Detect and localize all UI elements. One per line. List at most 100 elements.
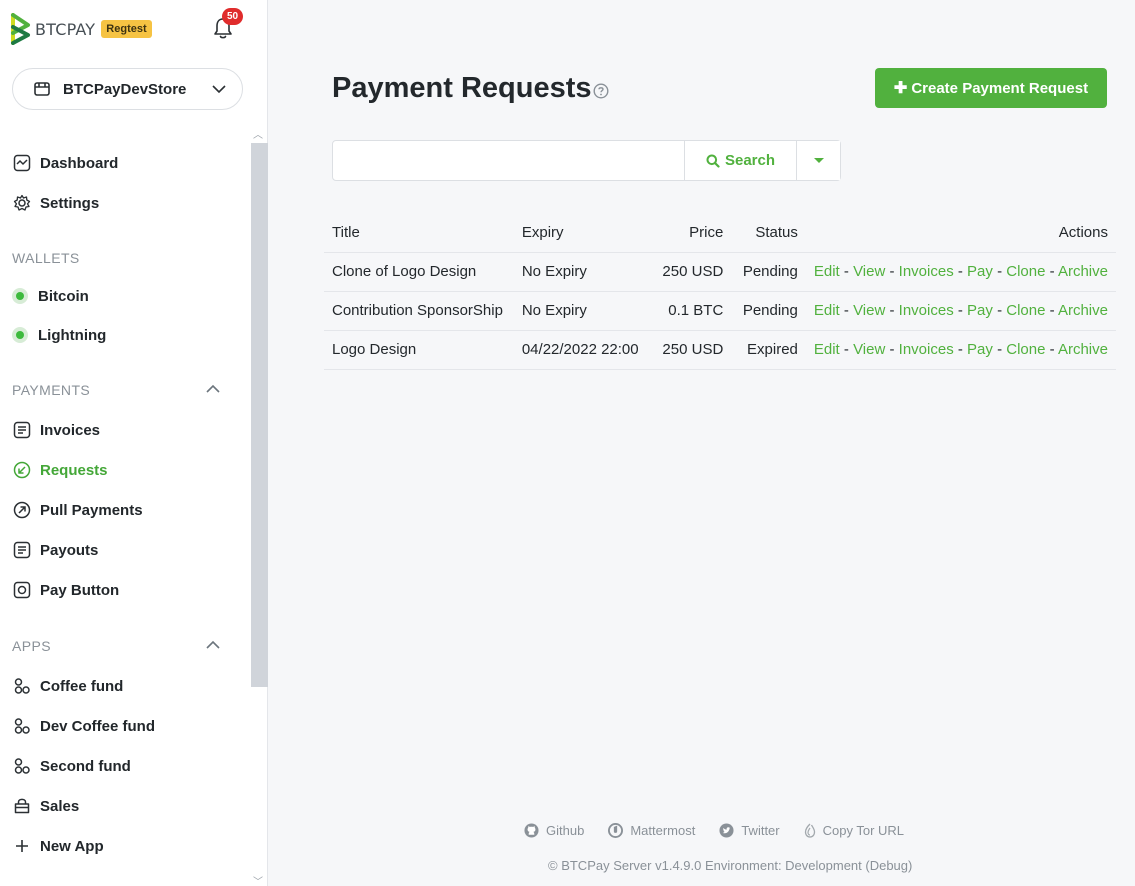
sidebar-scrollbar[interactable] — [251, 143, 268, 687]
status-dot-icon — [12, 288, 28, 304]
brand-logo[interactable]: BTCPAY Regtest — [10, 12, 152, 46]
footer-twitter-link[interactable]: Twitter — [719, 823, 780, 838]
status-dot-icon — [12, 327, 28, 343]
archive-link[interactable]: Archive — [1058, 263, 1108, 280]
scrollbar-up-arrow[interactable]: ︿ — [253, 126, 263, 141]
arrow-down-left-circle-icon — [12, 460, 32, 480]
sidebar-item-label: Dashboard — [40, 154, 119, 172]
arrow-up-right-circle-icon — [12, 500, 32, 520]
chevron-down-icon — [212, 85, 226, 94]
sidebar-item-settings[interactable]: Settings — [12, 190, 99, 216]
store-selector[interactable]: BTCPayDevStore — [12, 68, 243, 110]
search-icon — [706, 154, 720, 168]
search-filter-dropdown[interactable] — [796, 141, 840, 180]
sidebar-item-new-app[interactable]: New App — [12, 833, 104, 859]
search-input[interactable] — [333, 141, 684, 180]
footer-copyright: © BTCPay Server v1.4.9.0 Environment: De… — [548, 858, 913, 873]
payment-requests-table: Title Expiry Price Status Actions Clone … — [324, 214, 1116, 370]
separator: - — [1045, 341, 1058, 358]
sidebar-item-lightning[interactable]: Lightning — [12, 322, 106, 348]
sidebar-item-sales[interactable]: Sales — [12, 793, 79, 819]
invoices-link[interactable]: Invoices — [899, 341, 954, 358]
table-row: Logo Design 04/22/2022 22:00 250 USD Exp… — [324, 330, 1116, 370]
invoices-link[interactable]: Invoices — [899, 302, 954, 319]
sidebar-item-label: Coffee fund — [40, 677, 124, 695]
invoice-icon — [12, 420, 32, 440]
edit-link[interactable]: Edit — [814, 341, 840, 358]
footer-tor-link[interactable]: Copy Tor URL — [804, 822, 904, 838]
view-link[interactable]: View — [853, 263, 885, 280]
btcpay-logo-icon — [11, 13, 30, 45]
pay-link[interactable]: Pay — [967, 341, 993, 358]
pay-link[interactable]: Pay — [967, 302, 993, 319]
chevron-up-icon[interactable] — [205, 384, 221, 394]
crowdfund-icon — [12, 676, 32, 696]
request-price: 0.1 BTC — [652, 291, 732, 331]
sidebar-item-coffee-fund[interactable]: Coffee fund — [12, 673, 123, 699]
archive-link[interactable]: Archive — [1058, 302, 1108, 319]
view-link[interactable]: View — [853, 302, 885, 319]
plus-icon: ✚ — [893, 80, 908, 97]
sidebar-item-payouts[interactable]: Payouts — [12, 537, 98, 563]
sidebar-item-label: Dev Coffee fund — [40, 717, 156, 735]
clone-link[interactable]: Clone — [1006, 263, 1045, 280]
sidebar-item-dashboard[interactable]: Dashboard — [12, 150, 118, 176]
chevron-up-icon[interactable] — [205, 640, 221, 650]
store-icon — [34, 82, 50, 96]
environment-badge: Regtest — [101, 20, 152, 38]
create-payment-request-button[interactable]: ✚ Create Payment Request — [875, 68, 1107, 108]
apps-section-heading: APPS — [12, 638, 51, 654]
help-icon[interactable] — [593, 83, 609, 99]
separator: - — [839, 302, 854, 319]
sidebar-item-label: New App — [40, 837, 104, 855]
archive-link[interactable]: Archive — [1058, 341, 1108, 358]
edit-link[interactable]: Edit — [814, 263, 840, 280]
footer-github-link[interactable]: Github — [524, 823, 584, 838]
separator: - — [992, 263, 1007, 280]
header-title[interactable]: Title — [324, 214, 514, 253]
header-price[interactable]: Price — [652, 214, 732, 253]
footer-mattermost-link[interactable]: Mattermost — [608, 822, 695, 838]
store-selector-label: BTCPayDevStore — [63, 80, 187, 98]
sidebar-item-invoices[interactable]: Invoices — [12, 417, 100, 443]
request-price: 250 USD — [652, 252, 732, 292]
separator: - — [885, 263, 899, 280]
sidebar-item-pull-payments[interactable]: Pull Payments — [12, 497, 143, 523]
tor-onion-icon — [804, 823, 815, 838]
table-row: Clone of Logo Design No Expiry 250 USD P… — [324, 252, 1116, 292]
request-expiry: No Expiry — [513, 291, 653, 331]
search-button[interactable]: Search — [684, 141, 796, 180]
sidebar-item-bitcoin[interactable]: Bitcoin — [12, 283, 89, 309]
clone-link[interactable]: Clone — [1006, 341, 1045, 358]
pay-link[interactable]: Pay — [967, 263, 993, 280]
sidebar-item-dev-coffee-fund[interactable]: Dev Coffee fund — [12, 713, 155, 739]
request-price: 250 USD — [652, 330, 732, 370]
github-icon — [524, 822, 539, 838]
separator: - — [885, 341, 899, 358]
invoices-link[interactable]: Invoices — [899, 263, 954, 280]
request-status: Expired — [731, 330, 806, 370]
clone-link[interactable]: Clone — [1006, 302, 1045, 319]
header-status[interactable]: Status — [731, 214, 806, 253]
table-row: Contribution SponsorShip No Expiry 0.1 B… — [324, 291, 1116, 331]
request-expiry: No Expiry — [513, 252, 653, 292]
header-expiry[interactable]: Expiry — [513, 214, 653, 253]
sidebar-item-second-fund[interactable]: Second fund — [12, 753, 131, 779]
sidebar-item-label: Invoices — [40, 421, 101, 439]
request-title: Clone of Logo Design — [324, 252, 514, 292]
separator: - — [992, 302, 1007, 319]
request-expiry: 04/22/2022 22:00 — [513, 330, 653, 370]
row-actions: Edit - View - Invoices - Pay - Clone - A… — [805, 330, 1116, 370]
payments-section-heading: PAYMENTS — [12, 382, 91, 398]
sidebar-item-requests[interactable]: Requests — [12, 457, 108, 483]
row-actions: Edit - View - Invoices - Pay - Clone - A… — [805, 252, 1116, 292]
view-link[interactable]: View — [853, 341, 885, 358]
sidebar-item-label: Settings — [40, 194, 100, 212]
footer-github-label: Github — [546, 822, 585, 838]
separator: - — [839, 263, 854, 280]
sidebar-item-pay-button[interactable]: Pay Button — [12, 577, 119, 603]
sidebar-item-label: Second fund — [40, 757, 131, 775]
notification-count-badge[interactable]: 50 — [222, 8, 244, 25]
scrollbar-down-arrow[interactable]: ﹀ — [253, 873, 263, 886]
edit-link[interactable]: Edit — [814, 302, 840, 319]
